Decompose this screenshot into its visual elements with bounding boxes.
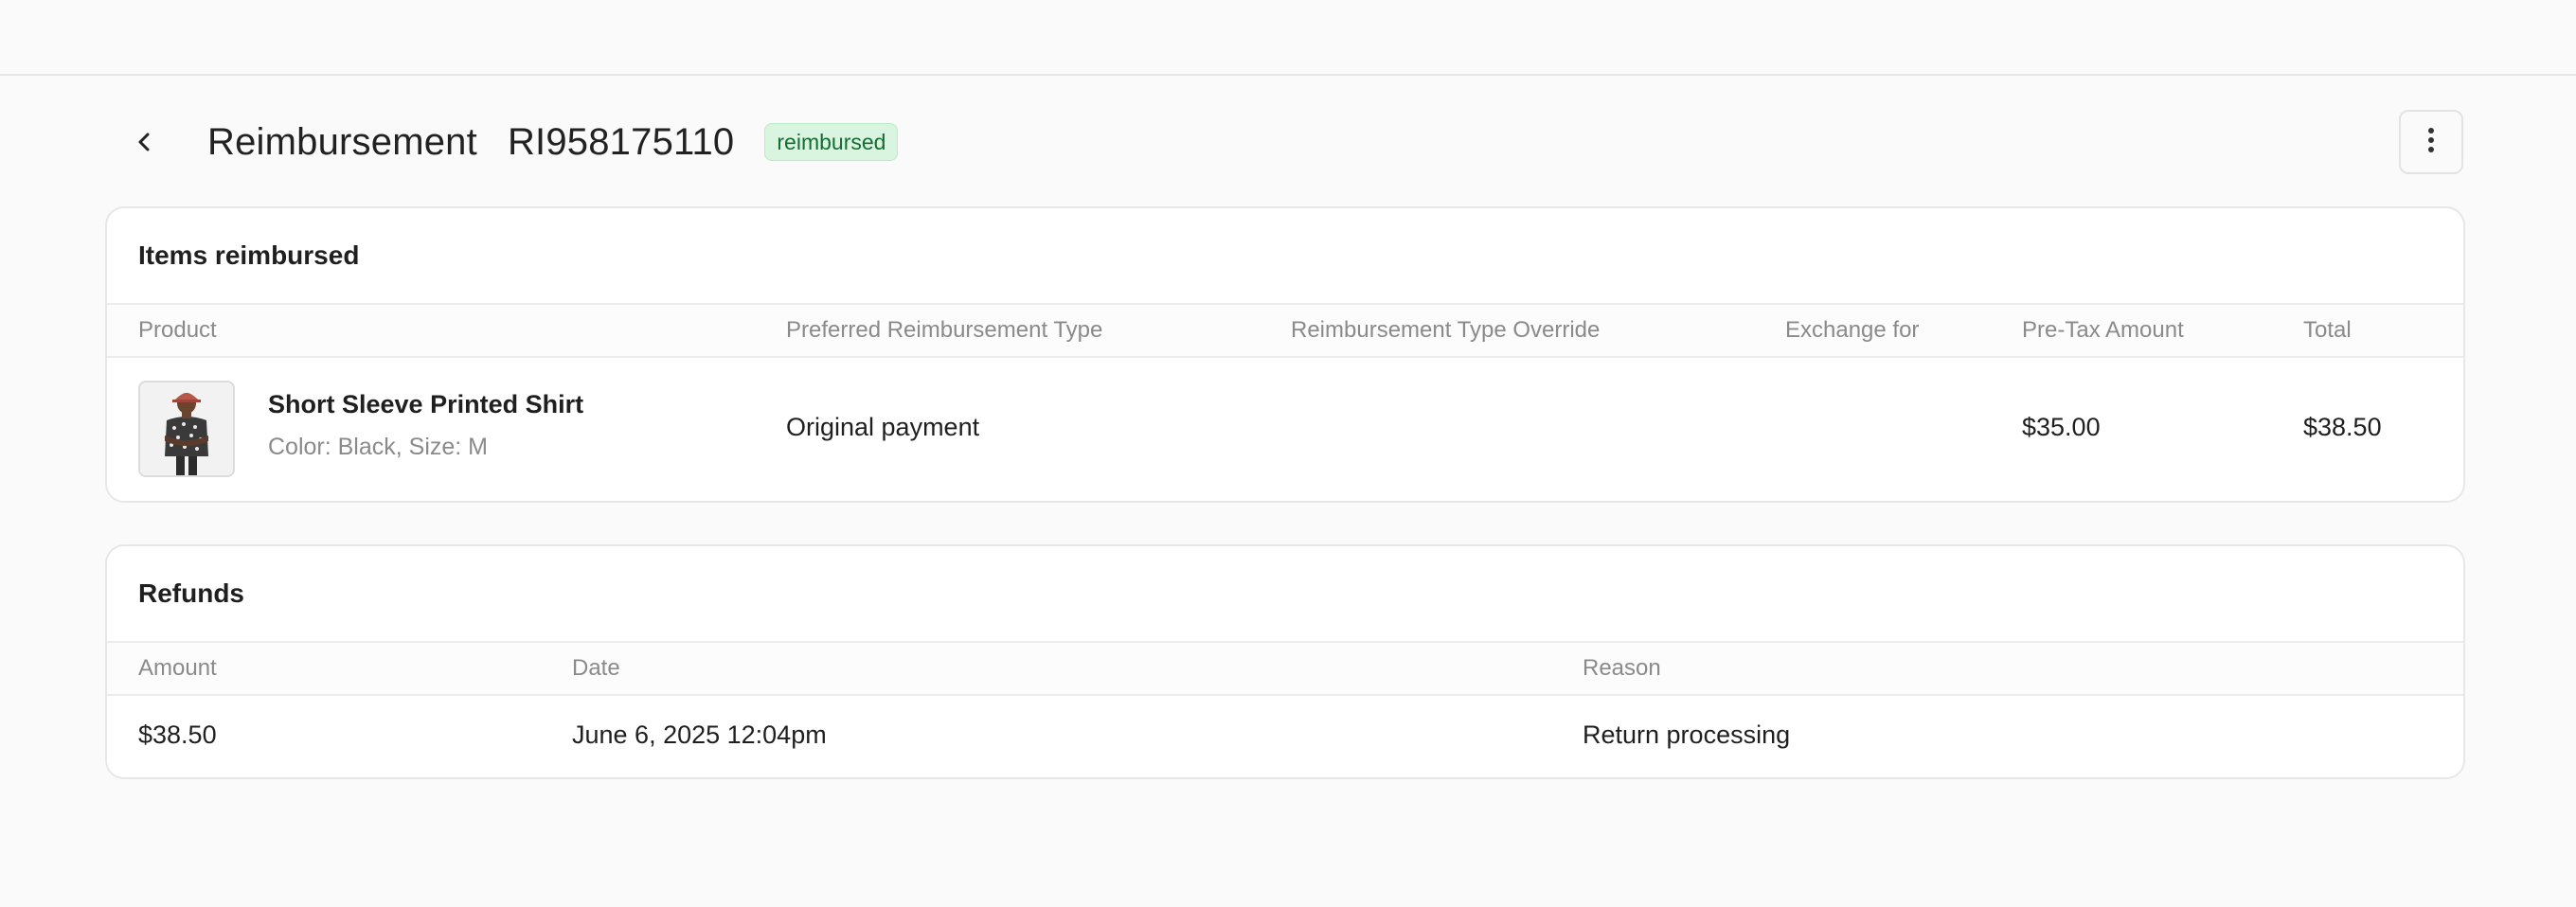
column-header-amount: Amount [138,655,217,681]
total-cell: $38.50 [2303,413,2382,441]
column-header-product: Product [138,317,217,343]
product-image [140,382,233,475]
table-row: $38.50 June 6, 2025 12:04pm Return proce… [107,696,2463,777]
column-header-exchange-for: Exchange for [1785,317,1920,343]
product-thumbnail [138,381,235,477]
top-bar [0,0,2576,76]
column-header-reason: Reason [1583,655,1661,681]
column-header-pre-tax: Pre-Tax Amount [2022,317,2184,343]
refunds-table-header: Amount Date Reason [107,641,2463,696]
preferred-type-cell: Original payment [786,413,980,441]
column-header-date: Date [572,655,620,681]
table-row: Short Sleeve Printed Shirt Color: Black,… [107,358,2463,500]
items-reimbursed-card: Items reimbursed Product Preferred Reimb… [105,206,2465,503]
back-button[interactable] [109,106,181,178]
chevron-left-icon [135,131,154,153]
page-title: Reimbursement [207,120,477,163]
pre-tax-amount-cell: $35.00 [2022,413,2101,441]
product-variant: Color: Black, Size: M [268,434,489,460]
reimbursement-id: RI958175110 [507,120,735,163]
items-table-header: Product Preferred Reimbursement Type Rei… [107,303,2463,358]
column-header-preferred-type: Preferred Reimbursement Type [786,317,1103,343]
items-card-title: Items reimbursed [138,240,360,270]
refund-amount-cell: $38.50 [138,720,217,749]
more-vertical-icon [2427,127,2435,158]
refund-date-cell: June 6, 2025 12:04pm [572,720,827,749]
refund-reason-cell: Return processing [1583,720,1791,749]
more-actions-button[interactable] [2399,110,2463,174]
column-header-type-override: Reimbursement Type Override [1291,317,1601,343]
status-badge: reimbursed [764,123,899,161]
product-name: Short Sleeve Printed Shirt [268,390,584,418]
column-header-total: Total [2303,317,2352,343]
refunds-card-title: Refunds [138,578,244,608]
refunds-card: Refunds Amount Date Reason $38.50 June 6… [105,544,2465,779]
page-header: Reimbursement RI958175110 reimbursed [105,106,2463,178]
